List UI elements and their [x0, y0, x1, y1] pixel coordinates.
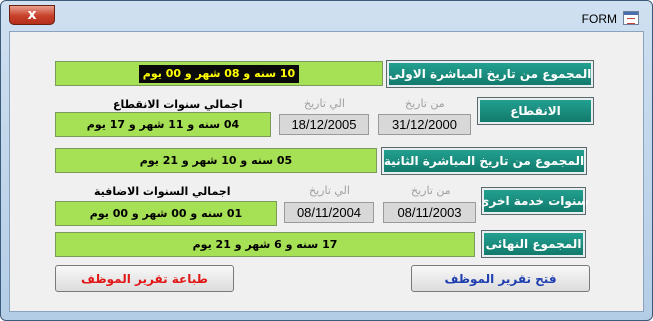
second-direct-total-button[interactable]: المجموع من تاريخ المباشرة الثانية — [381, 147, 587, 175]
first-direct-total-button[interactable]: المجموع من تاريخ المباشرة الاولى — [386, 60, 594, 88]
close-icon: x — [27, 7, 37, 23]
open-report-button[interactable]: فتح تقرير الموظف — [411, 265, 590, 292]
other-service-button[interactable]: سنوات خدمة اخرى — [478, 187, 589, 215]
title-bar: x FORM — [1, 1, 652, 31]
interruption-button[interactable]: الانقطاع — [477, 97, 594, 125]
close-button[interactable]: x — [9, 5, 55, 25]
other-service-total-value: 01 سنه و 00 شهر و 00 يوم — [55, 201, 277, 226]
first-direct-total-field: 10 سنه و 08 شهر و 00 يوم — [55, 61, 383, 86]
form-icon — [623, 11, 639, 25]
form-client-area: 10 سنه و 08 شهر و 00 يوم المجموع من تاري… — [9, 31, 644, 312]
other-service-from-date[interactable]: 08/11/2003 — [383, 202, 476, 223]
final-total-value: 17 سنه و 6 شهر و 21 يوم — [55, 232, 475, 257]
final-total-button[interactable]: المجموع النهائى — [481, 230, 586, 258]
interruption-from-date[interactable]: 31/12/2000 — [378, 114, 471, 135]
other-service-to-date[interactable]: 08/11/2004 — [284, 202, 374, 223]
second-direct-total-value: 05 سنه و 10 شهر و 21 يوم — [55, 148, 377, 173]
first-direct-total-value: 10 سنه و 08 شهر و 00 يوم — [139, 64, 299, 83]
print-report-button[interactable]: طباعة تقرير الموظف — [55, 265, 234, 292]
other-service-from-label: من تاريخ — [411, 184, 451, 197]
form-window: x FORM 10 سنه و 08 شهر و 00 يوم المجموع … — [0, 0, 653, 321]
window-title: FORM — [581, 12, 617, 26]
interruption-to-date[interactable]: 18/12/2005 — [279, 114, 369, 135]
other-service-to-label: الي تاريخ — [309, 184, 350, 197]
interruption-total-label: اجمالي سنوات الانقطاع — [113, 98, 243, 111]
interruption-total-value: 04 سنه و 11 شهر و 17 يوم — [55, 112, 271, 137]
interruption-to-label: الي تاريخ — [304, 97, 345, 110]
other-service-total-label: اجمالي السنوات الاضافية — [94, 185, 231, 198]
interruption-from-label: من تاريخ — [405, 97, 445, 110]
